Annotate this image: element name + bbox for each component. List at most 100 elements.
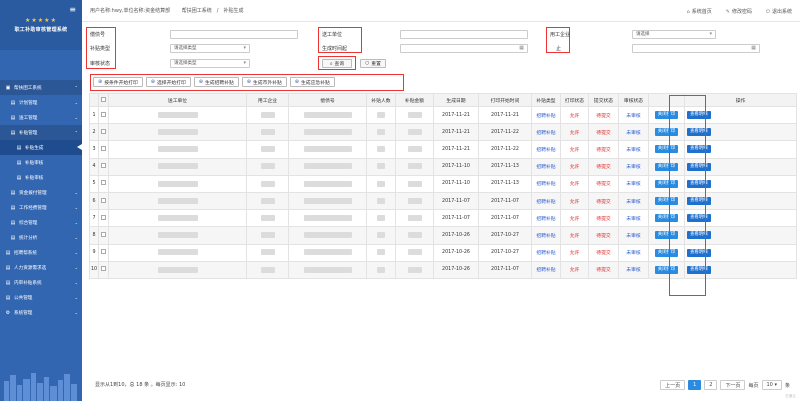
sidebar-item-9[interactable]: ▤ 综合管理 ⌄ — [0, 215, 82, 230]
sidebar-item-label: 帮扶困工系统 — [14, 85, 42, 91]
submit-status-cell: 待提交 — [588, 157, 619, 176]
sidebar-item-1[interactable]: ▤ 计划管理 ⌄ — [0, 95, 82, 110]
subsidy-type-cell[interactable]: 招聘补贴 — [531, 243, 561, 262]
generate-recruit-subsidy-button[interactable]: ⊕ 生成招聘补贴 — [193, 77, 239, 87]
home-link[interactable]: ⌂ 系统首页 — [687, 8, 712, 15]
sidebar-item-15[interactable]: ⚙ 系统管理 ⌄ — [0, 305, 82, 320]
logout-link[interactable]: ⏻ 退出系统 — [766, 8, 792, 15]
generate-outside-subsidy-button[interactable]: ⊕ 生成市外补贴 — [241, 77, 287, 87]
subsidy-type-cell[interactable]: 招聘补贴 — [531, 157, 561, 176]
row-checkbox[interactable] — [101, 249, 106, 255]
row-checkbox[interactable] — [101, 231, 106, 237]
key-icon: ✎ — [725, 8, 730, 15]
query-button[interactable]: ⌕ 查询 — [322, 59, 352, 68]
redacted-text — [260, 180, 275, 187]
subsidy-type-cell[interactable]: 招聘补贴 — [531, 260, 561, 279]
row-checkbox[interactable] — [101, 197, 106, 203]
subsidy-count-cell — [366, 140, 396, 159]
audit-status-select[interactable]: 请选择类型 — [170, 59, 250, 68]
employer-cell — [246, 105, 289, 125]
grid-icon: ▤ — [10, 129, 16, 136]
subsidy-type-cell[interactable]: 招聘补贴 — [531, 191, 561, 211]
row-number: 5 — [89, 174, 99, 193]
sidebar-item-12[interactable]: ▤ 人力资源需求选 ⌄ — [0, 260, 82, 275]
sidebar-item-6[interactable]: ▤ 补贴审核 — [0, 170, 82, 185]
sidebar-item-8[interactable]: ▤ 工作经费管理 ⌄ — [0, 200, 82, 215]
send-unit-cell — [108, 157, 247, 176]
subsidy-type-cell[interactable]: 招聘补贴 — [531, 174, 561, 193]
subsidy-count-cell — [366, 157, 396, 176]
subsidy-amount-cell — [395, 157, 434, 176]
sidebar-item-3[interactable]: ▤ 补贴管理 ⌃ — [0, 125, 82, 140]
change-password-link[interactable]: ✎ 修改密码 — [726, 8, 752, 15]
app-root: ★★★★★ 职工补助审核管理系统 ≡ ▣ 帮扶困工系统 ⌃ ▤ 计划管理 ⌄ ▤ 送工管理 ⌄ ▤… — [0, 0, 800, 401]
submit-status-cell: 待提交 — [588, 226, 619, 245]
print-by-condition-button[interactable]: ⊕ 按条件开始打印 — [93, 77, 143, 87]
redacted-text — [407, 214, 422, 221]
subsidy-count-cell — [366, 260, 396, 279]
doc-no-cell — [288, 209, 367, 228]
column-header: 补贴金额 — [395, 93, 434, 107]
submit-status-cell: 待提交 — [588, 209, 619, 228]
subsidy-type-cell[interactable]: 招聘补贴 — [531, 209, 561, 228]
select-all-checkbox[interactable] — [101, 96, 106, 102]
column-header: 提交状态 — [588, 93, 619, 107]
gen-time-start-input[interactable] — [400, 44, 528, 53]
row-checkbox[interactable] — [101, 266, 106, 272]
logo-text: 职工补助审核管理系统 — [14, 27, 68, 33]
audit-status-cell: 未审核 — [618, 157, 649, 176]
redacted-text — [407, 163, 422, 170]
sidebar-item-4[interactable]: ▤ 补贴生成 — [0, 140, 82, 155]
submit-status-cell: 待提交 — [588, 260, 619, 279]
print-icon: ⊕ — [98, 79, 103, 85]
row-checkbox[interactable] — [101, 163, 106, 169]
menu-toggle-icon[interactable]: ≡ — [69, 5, 76, 14]
sidebar-item-13[interactable]: ▤ 内审补贴系统 ⌄ — [0, 275, 82, 290]
redacted-text — [303, 232, 352, 239]
row-checkbox[interactable] — [101, 128, 106, 134]
redacted-text — [377, 266, 385, 273]
subsidy-count-cell — [366, 105, 396, 125]
doc-no-input[interactable] — [170, 30, 298, 39]
row-checkbox[interactable] — [101, 111, 106, 117]
page-2-button[interactable]: 2 — [704, 380, 718, 390]
page-1-button[interactable]: 1 — [688, 380, 702, 390]
sidebar-item-11[interactable]: ▤ 招聘帮系统 ⌄ — [0, 245, 82, 260]
send-unit-input[interactable] — [400, 30, 528, 39]
sidebar-item-5[interactable]: ▤ 补贴审核 — [0, 155, 82, 170]
sidebar-item-10[interactable]: ▤ 统计分析 ⌄ — [0, 230, 82, 245]
reset-button[interactable]: ○ 重置 — [360, 59, 386, 68]
column-header: 审核状态 — [618, 93, 649, 107]
employer-cell — [246, 209, 289, 228]
generate-emergency-subsidy-button[interactable]: ⊕ 生成应急补贴 — [289, 77, 335, 87]
row-checkbox[interactable] — [101, 214, 106, 220]
redacted-text — [260, 163, 275, 170]
sidebar-item-14[interactable]: ▤ 公共管理 ⌄ — [0, 290, 82, 305]
print-selected-button[interactable]: ⊕ 选择开始打印 — [145, 77, 191, 87]
row-checkbox[interactable] — [101, 180, 106, 186]
subsidy-type-cell[interactable]: 招聘补贴 — [531, 105, 561, 125]
home-icon: ▣ — [5, 84, 11, 91]
subsidy-type-cell[interactable]: 招聘补贴 — [531, 226, 561, 245]
print-status-cell: 允许 — [560, 157, 589, 176]
redacted-text — [260, 232, 275, 239]
subsidy-type-cell[interactable]: 招聘补贴 — [531, 123, 561, 142]
redacted-text — [303, 214, 352, 221]
employer-select[interactable]: 请选择 — [632, 30, 716, 39]
prev-page-button[interactable]: 上一页 — [660, 380, 686, 390]
audit-status-cell: 未审核 — [618, 226, 649, 245]
sidebar-item-0[interactable]: ▣ 帮扶困工系统 ⌃ — [0, 80, 82, 95]
breadcrumb-1[interactable]: 帮扶困工系统 — [182, 7, 212, 14]
label-until: 止 — [556, 46, 562, 52]
subsidy-type-cell[interactable]: 招聘补贴 — [531, 140, 561, 159]
add-icon: ⊕ — [294, 79, 299, 85]
next-page-button[interactable]: 下一页 — [720, 380, 746, 390]
subsidy-type-select[interactable]: 请选择类型 — [170, 44, 250, 53]
row-checkbox[interactable] — [101, 145, 106, 151]
column-header: 打印状态 — [560, 93, 589, 107]
sidebar-item-label: 内审补贴系统 — [14, 280, 42, 286]
sidebar-item-7[interactable]: ▤ 资金拨付管理 ⌄ — [0, 185, 82, 200]
sidebar-item-2[interactable]: ▤ 送工管理 ⌄ — [0, 110, 82, 125]
per-page-select[interactable]: 10 ▾ — [761, 380, 782, 390]
gen-time-end-input[interactable] — [632, 44, 760, 53]
